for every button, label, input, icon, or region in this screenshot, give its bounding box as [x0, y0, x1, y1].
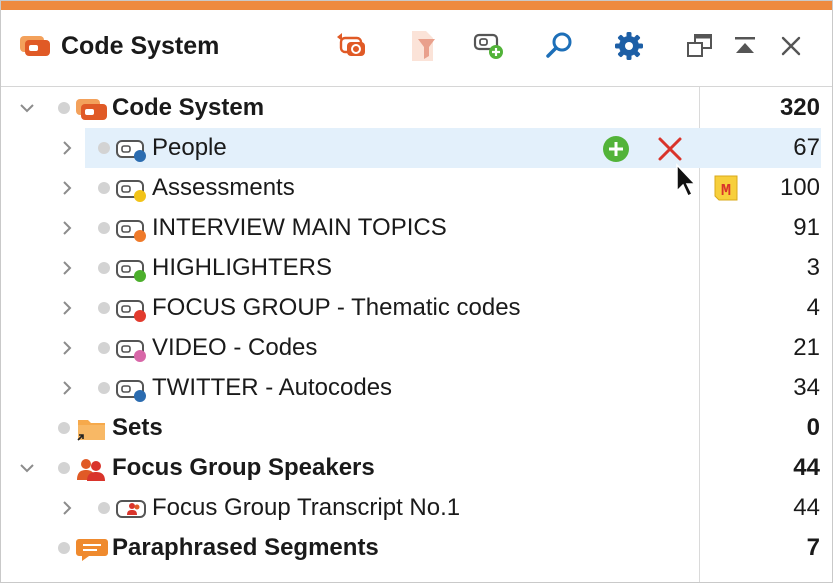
tree-row-label: HIGHLIGHTERS [152, 254, 333, 281]
activation-dot[interactable] [58, 542, 70, 554]
tree-row-focus-group-speakers[interactable]: Focus Group Speakers 44 [1, 448, 832, 488]
activation-dot[interactable] [98, 182, 110, 194]
maximize-icon [735, 37, 755, 53]
chevron-right-icon[interactable] [59, 340, 75, 356]
tree-row-label: Focus Group Speakers [112, 454, 375, 481]
chevron-right-icon[interactable] [59, 180, 75, 196]
code-icon [116, 260, 146, 282]
close-icon [781, 36, 801, 56]
tree-row-label: FOCUS GROUP - Thematic codes [152, 294, 521, 321]
tree-row-label: VIDEO - Codes [152, 334, 318, 361]
chevron-right-icon[interactable] [59, 260, 75, 276]
tree-row-label: Focus Group Transcript No.1 [152, 494, 461, 521]
activation-dot[interactable] [98, 262, 110, 274]
maximize-button[interactable] [727, 28, 763, 64]
title-bar: Code System [1, 10, 832, 87]
add-subcode-button[interactable] [601, 134, 631, 164]
code-icon [116, 340, 146, 362]
tree-row-code-focus-group-thematic[interactable]: FOCUS GROUP - Thematic codes 4 [1, 288, 832, 328]
new-code-button[interactable] [471, 28, 507, 64]
code-system-icon [76, 99, 107, 120]
focus-group-code-icon [116, 500, 146, 518]
search-button[interactable] [541, 28, 577, 64]
new-code-icon [473, 33, 503, 59]
activation-dot[interactable] [98, 222, 110, 234]
tree-row-label: Assessments [152, 174, 295, 201]
window-title: Code System [61, 32, 220, 60]
settings-button[interactable] [611, 28, 647, 64]
undo-activate-button[interactable] [333, 28, 369, 64]
chevron-right-icon[interactable] [59, 220, 75, 236]
activation-dot[interactable] [58, 422, 70, 434]
tree-row-paraphrased-segments[interactable]: Paraphrased Segments 7 [1, 528, 832, 568]
tree-row-count: 3 [806, 254, 820, 281]
close-button[interactable] [773, 28, 809, 64]
activation-dot[interactable] [98, 342, 110, 354]
chevron-right-icon[interactable] [59, 300, 75, 316]
tree-row-count: 44 [793, 454, 820, 481]
tree-row-count: 44 [793, 494, 820, 521]
chevron-down-icon[interactable] [19, 460, 35, 476]
tree-row-sets[interactable]: Sets 0 [1, 408, 832, 448]
tree-row-label: INTERVIEW MAIN TOPICS [152, 214, 447, 241]
tree-row-count: 34 [793, 374, 820, 401]
delete-code-button[interactable] [655, 134, 685, 164]
undock-button[interactable] [681, 28, 717, 64]
chevron-right-icon[interactable] [59, 500, 75, 516]
chevron-right-icon[interactable] [59, 140, 75, 156]
activation-dot[interactable] [58, 462, 70, 474]
activation-dot[interactable] [98, 302, 110, 314]
code-system-icon [20, 36, 50, 56]
tree-row-code-people[interactable]: People 67 [1, 128, 832, 168]
chevron-right-icon[interactable] [59, 380, 75, 396]
folder-icon [77, 420, 105, 441]
memo-icon[interactable]: M [712, 174, 740, 202]
speakers-icon [77, 459, 105, 481]
tree-row-label: Sets [112, 414, 163, 441]
filter-document-icon [412, 31, 435, 61]
tree-row-code-video[interactable]: VIDEO - Codes 21 [1, 328, 832, 368]
search-icon [546, 32, 572, 58]
tree-row-count: 320 [779, 94, 820, 121]
tree-row-count: 67 [793, 134, 820, 161]
activation-dot[interactable] [98, 142, 110, 154]
tree-row-count: 4 [806, 294, 820, 321]
memo-badge-letter: M [721, 182, 731, 201]
tree-row-count: 0 [806, 414, 820, 441]
chevron-down-icon[interactable] [19, 100, 35, 116]
mouse-cursor-icon [676, 163, 697, 198]
tree-row-count: 21 [793, 334, 820, 361]
code-icon [116, 380, 146, 402]
activation-dot[interactable] [58, 102, 70, 114]
code-icon [116, 140, 146, 162]
code-system-window: Code System Code System 320 People 67 As… [0, 0, 833, 583]
tree-row-code-highlighters[interactable]: HIGHLIGHTERS 3 [1, 248, 832, 288]
filter-button[interactable] [405, 28, 441, 64]
tree-row-label: Code System [112, 94, 265, 121]
tree-row-label: People [152, 134, 227, 161]
tree-row-code-twitter[interactable]: TWITTER - Autocodes 34 [1, 368, 832, 408]
tree-row-code-system[interactable]: Code System 320 [1, 88, 832, 128]
code-icon [116, 220, 146, 242]
gear-icon [615, 32, 643, 60]
activation-dot[interactable] [98, 382, 110, 394]
activation-dot[interactable] [98, 502, 110, 514]
undo-activate-icon [337, 33, 365, 56]
code-icon [116, 180, 146, 202]
tree-row-count: 7 [806, 534, 820, 561]
tree-row-code-assessments[interactable]: Assessments M 100 [1, 168, 832, 208]
tree-row-label: Paraphrased Segments [112, 534, 379, 561]
tree-row-focus-group-transcript[interactable]: Focus Group Transcript No.1 44 [1, 488, 832, 528]
speech-bubble-icon [76, 539, 108, 561]
tree-row-label: TWITTER - Autocodes [152, 374, 393, 401]
tree-row-count: 100 [779, 174, 820, 201]
undock-window-icon [687, 34, 712, 57]
tree-row-count: 91 [793, 214, 820, 241]
accent-bar [1, 1, 832, 10]
code-icon [116, 300, 146, 322]
tree-row-code-interview-main-topics[interactable]: INTERVIEW MAIN TOPICS 91 [1, 208, 832, 248]
